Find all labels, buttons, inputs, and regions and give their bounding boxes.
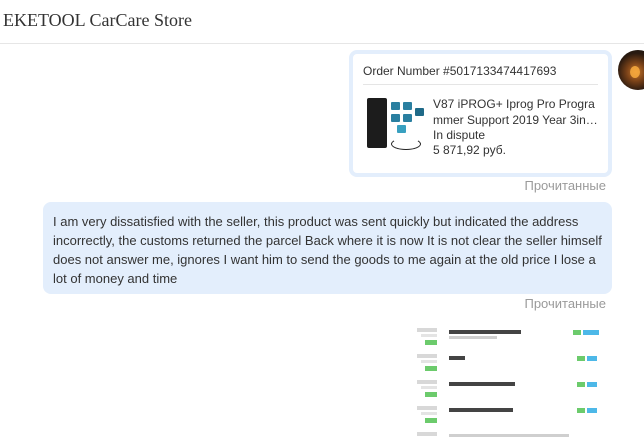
attachment-row: [413, 432, 612, 439]
chip-image: [391, 102, 400, 110]
order-number: Order Number #5017133474417693: [363, 64, 557, 78]
chip-image: [391, 114, 400, 122]
product-name[interactable]: V87 iPROG+ Iprog Pro Progra mmer Support…: [433, 96, 603, 128]
order-divider: [363, 84, 598, 85]
chip-image: [397, 125, 406, 133]
order-status: In dispute: [433, 128, 486, 142]
chip-image: [403, 102, 412, 110]
avatar[interactable]: [618, 50, 644, 90]
order-price: 5 871,92 руб.: [433, 143, 506, 157]
attachment-row: [413, 328, 612, 348]
avatar-image: [630, 66, 640, 78]
order-card[interactable]: Order Number #5017133474417693 V87 iPROG…: [349, 50, 612, 177]
message-bubble: I am very dissatisfied with the seller, …: [43, 202, 612, 294]
image-attachment-icon[interactable]: [413, 320, 612, 439]
chip-image: [403, 114, 412, 122]
chip-image: [415, 108, 424, 116]
chat-header: EKETOOL CarCare Store: [0, 0, 644, 44]
cable-image: [391, 138, 421, 150]
product-name-line: mmer Support 2019 Year 3in…: [433, 113, 598, 127]
attachment-row: [413, 354, 612, 374]
product-thumbnail[interactable]: [363, 98, 429, 156]
attachment-row: [413, 380, 612, 400]
product-name-line: V87 iPROG+ Iprog Pro Progra: [433, 97, 595, 111]
store-name[interactable]: EKETOOL CarCare Store: [3, 10, 192, 31]
device-image: [367, 98, 387, 148]
read-status: Прочитанные: [524, 296, 606, 311]
attachment-row: [413, 406, 612, 426]
read-status: Прочитанные: [524, 178, 606, 193]
